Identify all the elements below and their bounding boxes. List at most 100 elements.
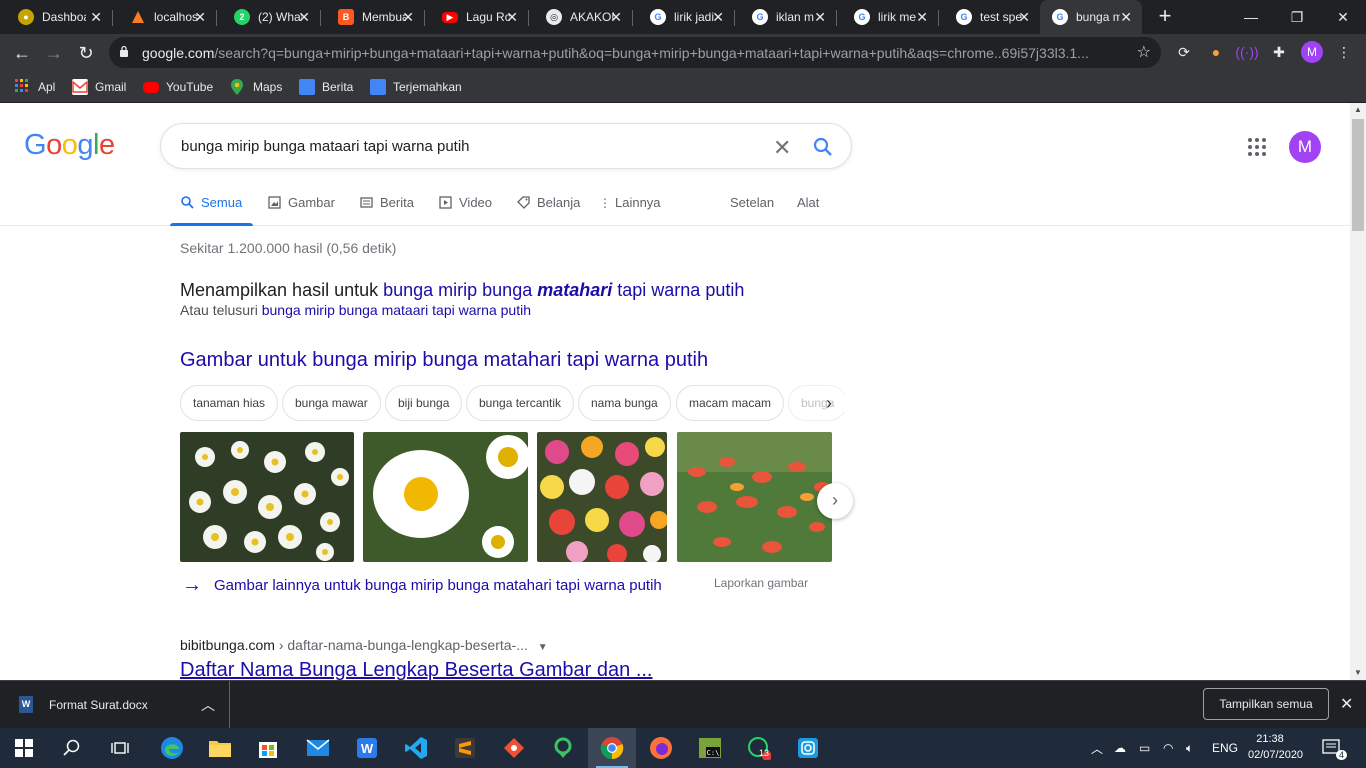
chip[interactable]: tanaman hias (180, 385, 279, 421)
image-results-heading[interactable]: Gambar untuk bunga mirip bunga matahari … (180, 349, 708, 372)
bookmark-maps[interactable]: Maps (230, 77, 282, 97)
chrome-app[interactable] (588, 728, 636, 768)
close-tab-icon[interactable]: ✕ (90, 9, 102, 26)
browser-tab-active[interactable]: G bunga m ✕ (1040, 0, 1142, 34)
browser-tab[interactable]: G lirik me ✕ (836, 0, 938, 34)
browser-tab[interactable]: localhost ✕ (112, 0, 216, 34)
store-app[interactable] (244, 728, 292, 768)
chip[interactable]: nama bunga (578, 385, 671, 421)
account-avatar[interactable]: M (1289, 131, 1321, 163)
close-tab-icon[interactable]: ✕ (1018, 9, 1030, 26)
sync-extension-icon[interactable]: ⟳ (1174, 42, 1194, 62)
bookmark-terjemahkan[interactable]: Terjemahkan (370, 77, 462, 97)
chip[interactable]: bunga tercantik (466, 385, 575, 421)
result-title-link[interactable]: Daftar Nama Bunga Lengkap Beserta Gambar… (180, 659, 653, 680)
report-images-link[interactable]: Laporkan gambar (714, 576, 808, 590)
firefox-app[interactable] (637, 728, 685, 768)
search-icon[interactable] (813, 137, 833, 157)
chip[interactable]: bunga (788, 385, 844, 421)
tab-gambar[interactable]: Gambar (267, 195, 335, 210)
dropdown-caret-icon[interactable]: ▼ (538, 642, 548, 653)
scroll-down-icon[interactable]: ▼ (1350, 666, 1366, 680)
close-tab-icon[interactable]: ✕ (402, 9, 414, 26)
menu-dots-icon[interactable]: ⋮ (1334, 42, 1354, 62)
scrollbar-thumb[interactable] (1352, 119, 1364, 231)
close-tab-icon[interactable]: ✕ (814, 9, 826, 26)
edge-app[interactable] (148, 728, 196, 768)
close-tab-icon[interactable]: ✕ (916, 9, 928, 26)
browser-tab[interactable]: G iklan m ✕ (734, 0, 836, 34)
search-taskbar-button[interactable] (48, 728, 96, 768)
mail-app[interactable] (294, 728, 342, 768)
extension-icon[interactable]: ● (1206, 42, 1226, 62)
image-thumbnail[interactable] (677, 432, 832, 562)
puzzle-extensions-icon[interactable]: ✚ (1269, 42, 1289, 62)
wps-writer-app[interactable]: W (343, 728, 391, 768)
system-clock[interactable]: 21:38 02/07/2020 (1248, 731, 1303, 763)
tools-link[interactable]: Alat (797, 195, 819, 210)
browser-tab[interactable]: ◎ AKAKOM ✕ (528, 0, 632, 34)
chip[interactable]: biji bunga (385, 385, 463, 421)
reload-icon[interactable]: ↻ (72, 39, 100, 67)
show-hidden-icons[interactable]: ︿ (1091, 728, 1103, 768)
start-button[interactable] (0, 728, 48, 768)
restore-icon[interactable]: ❐ (1274, 0, 1320, 34)
battery-tray-icon[interactable]: ▭ (1139, 728, 1150, 768)
image-thumbnail[interactable] (537, 432, 667, 562)
bookmark-youtube[interactable]: YouTube (143, 77, 213, 97)
download-item[interactable]: W Format Surat.docx ︿ (0, 681, 230, 729)
broadcast-extension-icon[interactable]: ((·)) (1235, 42, 1258, 62)
tab-berita[interactable]: Berita (359, 195, 414, 210)
tab-belanja[interactable]: Belanja (516, 195, 580, 210)
tab-lainnya[interactable]: ⋮ Lainnya (599, 195, 661, 210)
bookmark-apps[interactable]: Apl (15, 77, 55, 97)
minimize-icon[interactable]: — (1228, 0, 1274, 34)
whatsapp-app[interactable]: 13 (735, 728, 783, 768)
action-center-button[interactable]: 4 (1322, 728, 1348, 768)
git-app[interactable] (490, 728, 538, 768)
image-thumbnail[interactable] (180, 432, 354, 562)
onedrive-tray-icon[interactable]: ☁ (1114, 728, 1126, 768)
close-tab-icon[interactable]: ✕ (506, 9, 518, 26)
browser-tab[interactable]: B Membuat ✕ (320, 0, 424, 34)
show-all-downloads-button[interactable]: Tampilkan semua (1203, 688, 1329, 720)
sublime-app[interactable] (441, 728, 489, 768)
scroll-up-icon[interactable]: ▲ (1350, 103, 1366, 117)
close-tab-icon[interactable]: ✕ (610, 9, 622, 26)
browser-tab[interactable]: 2 (2) WhatsApp ✕ (216, 0, 320, 34)
bookmark-gmail[interactable]: Gmail (72, 77, 126, 97)
next-images-button[interactable]: › (817, 483, 853, 519)
chip[interactable]: bunga mawar (282, 385, 381, 421)
close-window-icon[interactable]: ✕ (1320, 0, 1366, 34)
tab-video[interactable]: Video (438, 195, 492, 210)
browser-tab[interactable]: ▶ Lagu Rohani ✕ (424, 0, 528, 34)
file-explorer-app[interactable] (196, 728, 244, 768)
close-tab-icon[interactable]: ✕ (1120, 9, 1132, 26)
bookmark-star-icon[interactable]: ☆ (1137, 42, 1151, 62)
search-input[interactable] (181, 135, 741, 157)
settings-link[interactable]: Setelan (730, 195, 774, 210)
tab-semua[interactable]: Semua (180, 195, 242, 210)
instagram-app[interactable] (784, 728, 832, 768)
address-bar[interactable]: google.com/search?q=bunga+mirip+bunga+ma… (109, 37, 1161, 68)
bookmark-berita[interactable]: Berita (299, 77, 353, 97)
google-logo[interactable]: Google (24, 129, 115, 162)
language-indicator[interactable]: ENG (1212, 728, 1238, 768)
page-scrollbar[interactable]: ▲ ▼ (1350, 103, 1366, 680)
corrected-query-link[interactable]: bunga mirip bunga matahari tapi warna pu… (383, 280, 744, 300)
terminal-app[interactable]: C:\ (686, 728, 734, 768)
maps-app[interactable] (539, 728, 587, 768)
task-view-button[interactable] (96, 728, 144, 768)
close-download-bar-icon[interactable]: ✕ (1340, 694, 1353, 714)
google-apps-icon[interactable] (1248, 138, 1266, 156)
clear-search-icon[interactable]: ✕ (773, 135, 791, 161)
close-tab-icon[interactable]: ✕ (712, 9, 724, 26)
forward-arrow-icon[interactable]: → (40, 39, 68, 67)
image-thumbnail[interactable] (363, 432, 528, 562)
close-tab-icon[interactable]: ✕ (194, 9, 206, 26)
vscode-app[interactable] (392, 728, 440, 768)
original-query-link[interactable]: bunga mirip bunga mataari tapi warna put… (262, 302, 531, 318)
profile-avatar[interactable]: M (1301, 41, 1323, 63)
volume-tray-icon[interactable]: 🔈︎ (1186, 728, 1193, 768)
browser-tab[interactable]: G lirik jadi ✕ (632, 0, 734, 34)
